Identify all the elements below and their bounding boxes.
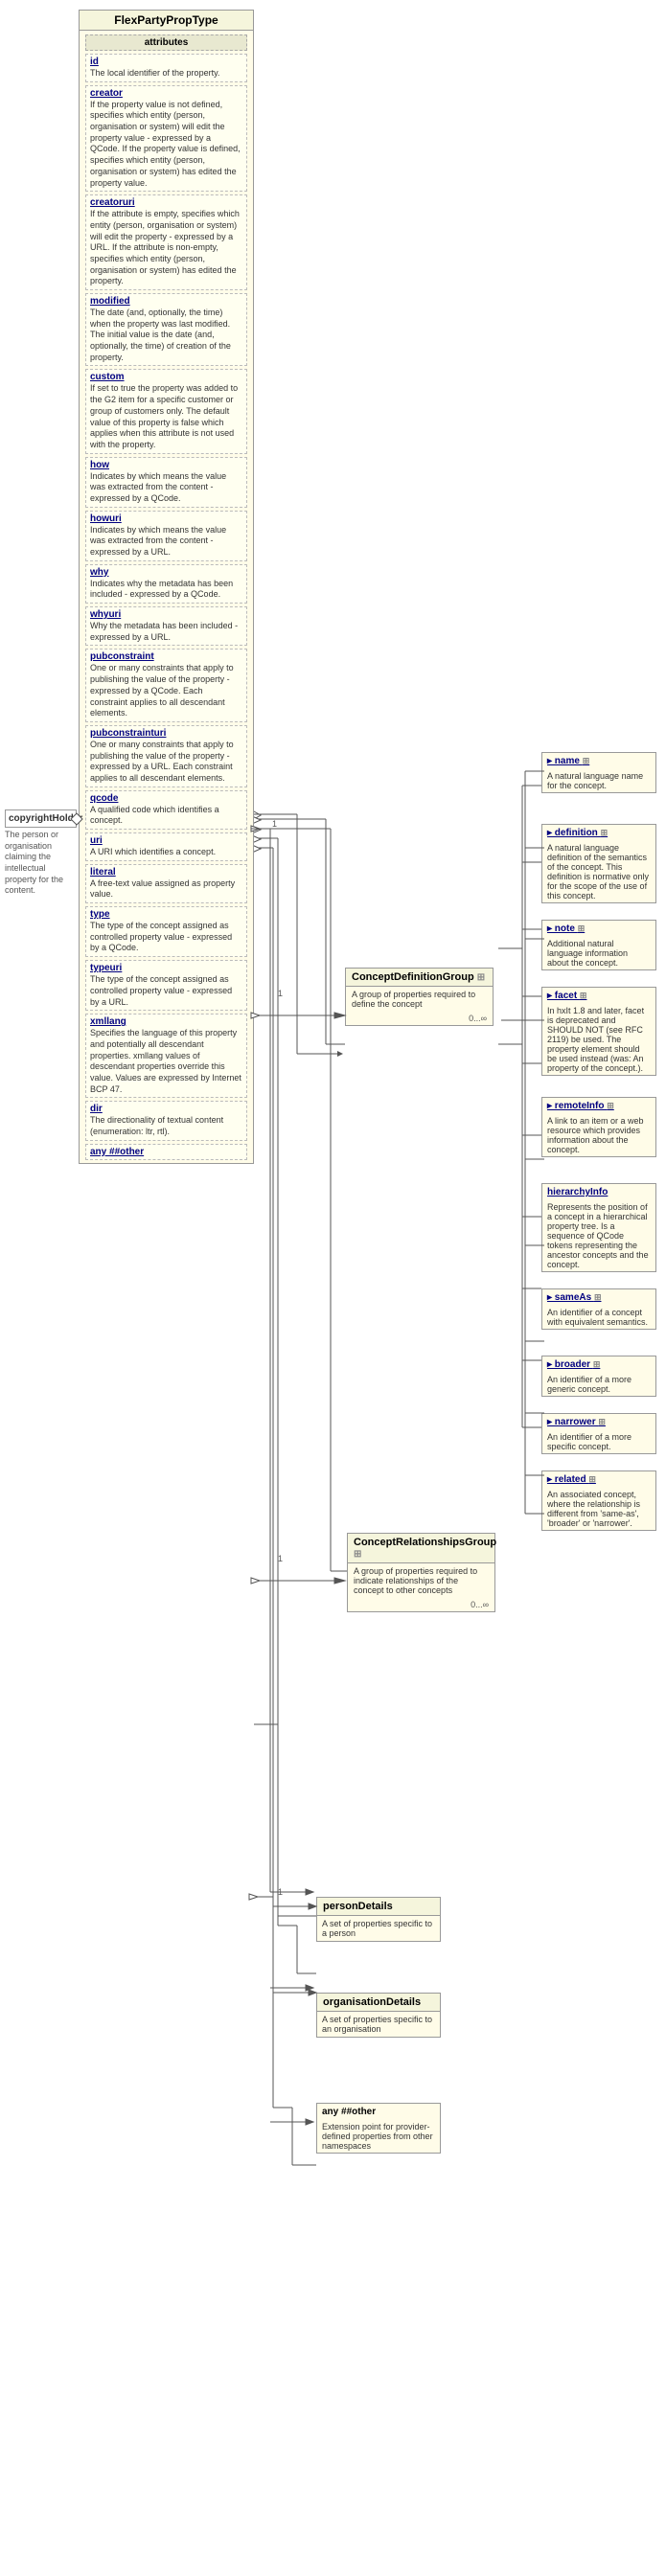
prop-creator: creator If the property value is not def… bbox=[85, 85, 247, 193]
attributes-label: attributes bbox=[145, 37, 189, 48]
prop-qcode: qcode A qualified code which identifies … bbox=[85, 790, 247, 830]
prop-any-other-attr: any ##other bbox=[85, 1144, 247, 1160]
broader-prop-title: ▸ broader ⊞ bbox=[542, 1356, 655, 1373]
person-details-desc: A set of properties specific to a person bbox=[317, 1916, 440, 1941]
hierarchyinfo-prop-title: hierarchyInfo bbox=[542, 1184, 655, 1200]
definition-prop-title: ▸ definition ⊞ bbox=[542, 825, 655, 841]
properties-list: id The local identifier of the property.… bbox=[80, 54, 253, 1160]
prop-remoteinfo-box: ▸ remoteInfo ⊞ A link to an item or a we… bbox=[541, 1097, 656, 1157]
facet-prop-desc: In hxIt 1.8 and later, facet is deprecat… bbox=[542, 1004, 655, 1075]
prop-hierarchyinfo-box: hierarchyInfo Represents the position of… bbox=[541, 1183, 656, 1272]
concept-rel-group-desc: A group of properties required to indica… bbox=[348, 1563, 494, 1598]
any-other-box: any ##other Extension point for provider… bbox=[316, 2103, 441, 2154]
prop-whyuri: whyuri Why the metadata has been include… bbox=[85, 606, 247, 646]
prop-why: why Indicates why the metadata has been … bbox=[85, 564, 247, 604]
prop-related-box: ▸ related ⊞ An associated concept, where… bbox=[541, 1470, 656, 1531]
prop-id: id The local identifier of the property. bbox=[85, 54, 247, 82]
prop-type: type The type of the concept assigned as… bbox=[85, 906, 247, 957]
remoteinfo-prop-title: ▸ remoteInfo ⊞ bbox=[542, 1098, 655, 1114]
prop-literal: literal A free-text value assigned as pr… bbox=[85, 864, 247, 903]
any-other-desc: Extension point for provider-defined pro… bbox=[317, 2120, 440, 2153]
person-details-title: personDetails bbox=[317, 1898, 440, 1916]
diamond-connector-left bbox=[70, 812, 83, 829]
note-prop-title: ▸ note ⊞ bbox=[542, 921, 655, 937]
definition-prop-desc: A natural language definition of the sem… bbox=[542, 841, 655, 902]
concept-definition-group-desc: A group of properties required to define… bbox=[346, 987, 493, 1012]
copyright-holder-label: copyrightHolder bbox=[5, 809, 77, 828]
prop-modified: modified The date (and, optionally, the … bbox=[85, 293, 247, 366]
copyright-holder-desc: The person or organisation claiming the … bbox=[5, 830, 77, 897]
prop-dir: dir The directionality of textual conten… bbox=[85, 1101, 247, 1140]
prop-narrower-box: ▸ narrower ⊞ An identifier of a more spe… bbox=[541, 1413, 656, 1454]
diagram-container: FlexPartyPropType attributes id The loca… bbox=[0, 0, 666, 2576]
main-box: FlexPartyPropType attributes id The loca… bbox=[79, 10, 254, 1164]
narrower-prop-title: ▸ narrower ⊞ bbox=[542, 1414, 655, 1430]
concept-relationships-group-title: ConceptRelationshipsGroup ⊞ bbox=[348, 1534, 494, 1563]
prop-creatoruri: creatoruri If the attribute is empty, sp… bbox=[85, 194, 247, 290]
broader-prop-desc: An identifier of a more generic concept. bbox=[542, 1373, 655, 1396]
attributes-section: attributes bbox=[85, 34, 247, 51]
related-prop-title: ▸ related ⊞ bbox=[542, 1471, 655, 1488]
note-prop-desc: Additional natural language information … bbox=[542, 937, 655, 969]
person-details-box: personDetails A set of properties specif… bbox=[316, 1897, 441, 1942]
prop-name-box: ▸ name ⊞ A natural language name for the… bbox=[541, 752, 656, 793]
prop-facet-box: ▸ facet ⊞ In hxIt 1.8 and later, facet i… bbox=[541, 987, 656, 1076]
facet-prop-title: ▸ facet ⊞ bbox=[542, 988, 655, 1004]
main-to-bottom-connectors: 1 bbox=[251, 819, 328, 2141]
narrower-prop-desc: An identifier of a more specific concept… bbox=[542, 1430, 655, 1453]
concept-rel-multiplicity: 0...∞ bbox=[348, 1598, 494, 1611]
prop-uri: uri A URI which identifies a concept. bbox=[85, 832, 247, 861]
remoteinfo-prop-desc: A link to an item or a web resource whic… bbox=[542, 1114, 655, 1156]
concept-relationships-group-box: ConceptRelationshipsGroup ⊞ A group of p… bbox=[347, 1533, 495, 1612]
prop-typeuri: typeuri The type of the concept assigned… bbox=[85, 960, 247, 1011]
svg-text:1: 1 bbox=[272, 819, 277, 829]
organisation-details-title: organisationDetails bbox=[317, 1994, 440, 2012]
sameas-prop-title: ▸ sameAs ⊞ bbox=[542, 1289, 655, 1306]
main-box-title: FlexPartyPropType bbox=[80, 11, 253, 31]
concept-definition-group-box: ConceptDefinitionGroup ⊞ A group of prop… bbox=[345, 968, 494, 1026]
cdgroup-to-right-props bbox=[496, 747, 549, 1542]
organisation-details-desc: A set of properties specific to an organ… bbox=[317, 2012, 440, 2037]
related-prop-desc: An associated concept, where the relatio… bbox=[542, 1488, 655, 1530]
prop-howuri: howuri Indicates by which means the valu… bbox=[85, 511, 247, 561]
prop-definition-box: ▸ definition ⊞ A natural language defini… bbox=[541, 824, 656, 903]
left-label-copyright: copyrightHolder The person or organisati… bbox=[5, 809, 77, 897]
hierarchyinfo-prop-desc: Represents the position of a concept in … bbox=[542, 1200, 655, 1271]
sameas-prop-desc: An identifier of a concept with equivale… bbox=[542, 1306, 655, 1329]
concept-definition-group-title: ConceptDefinitionGroup ⊞ bbox=[346, 969, 493, 987]
prop-custom: custom If set to true the property was a… bbox=[85, 369, 247, 453]
name-prop-desc: A natural language name for the concept. bbox=[542, 769, 655, 792]
prop-sameas-box: ▸ sameAs ⊞ An identifier of a concept wi… bbox=[541, 1288, 656, 1330]
prop-note-box: ▸ note ⊞ Additional natural language inf… bbox=[541, 920, 656, 970]
concept-def-multiplicity: 0...∞ bbox=[346, 1012, 493, 1025]
prop-how: how Indicates by which means the value w… bbox=[85, 457, 247, 508]
prop-pubconstraint: pubconstraint One or many constraints th… bbox=[85, 649, 247, 721]
prop-xmllang: xmllang Specifies the language of this p… bbox=[85, 1014, 247, 1098]
any-other-title: any ##other bbox=[317, 2104, 440, 2120]
organisation-details-box: organisationDetails A set of properties … bbox=[316, 1993, 441, 2038]
name-prop-title: ▸ name ⊞ bbox=[542, 753, 655, 769]
prop-broader-box: ▸ broader ⊞ An identifier of a more gene… bbox=[541, 1356, 656, 1397]
prop-pubconstrainturi: pubconstrainturi One or many constraints… bbox=[85, 725, 247, 787]
